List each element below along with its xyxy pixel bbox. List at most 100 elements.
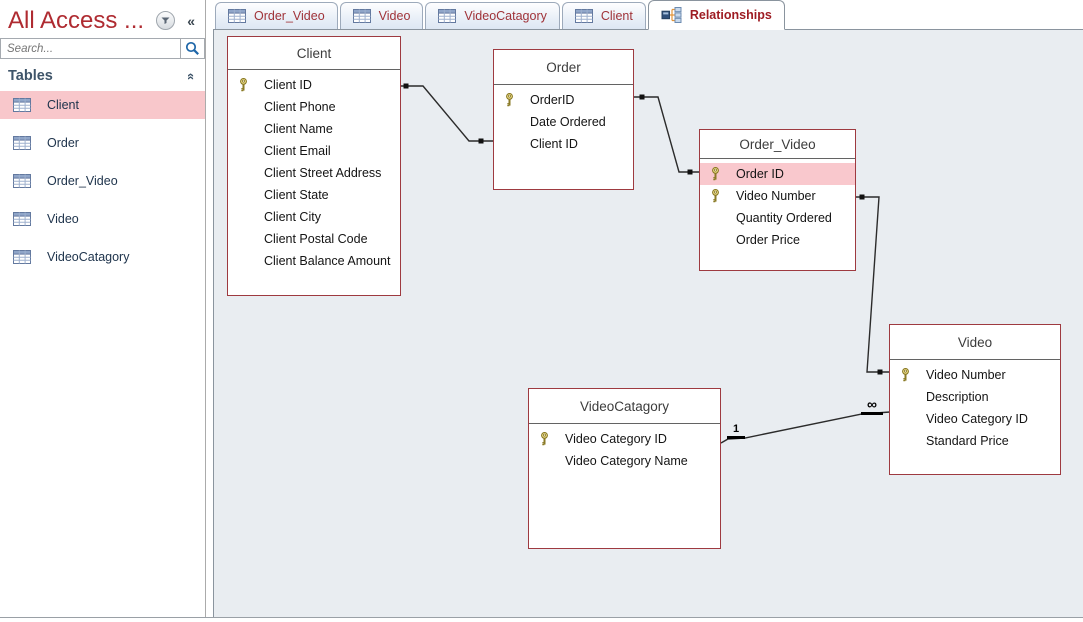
tab-label: Relationships: [690, 8, 772, 22]
document-tabs: Order_Video Video VideoCatagory Client R…: [213, 0, 1083, 30]
relationship-line-ordervideo-video[interactable]: [856, 197, 889, 372]
nav-pane-title: All Access ...: [8, 7, 156, 35]
field-row-video-number[interactable]: Video Number: [890, 364, 1060, 386]
collapse-section-icon[interactable]: «: [184, 72, 199, 79]
sidebar-item-video[interactable]: Video: [0, 205, 205, 233]
primary-key-icon: [709, 189, 722, 203]
field-name: Client Street Address: [264, 166, 381, 180]
relationship-line-order-ordervideo[interactable]: [634, 97, 699, 172]
field-name: Video Category Name: [565, 454, 688, 468]
sidebar-item-client[interactable]: Client: [0, 91, 205, 119]
tab-label: Video: [379, 9, 411, 23]
line-endpoint-dot: [404, 84, 409, 89]
tab-client[interactable]: Client: [562, 2, 646, 29]
diagram-table-order[interactable]: Order OrderID Date Ordered Client ID: [493, 49, 634, 190]
field-name: Client Email: [264, 144, 331, 158]
line-endpoint-dot: [860, 195, 865, 200]
table-title: Client: [228, 37, 400, 70]
primary-key-icon: [899, 368, 912, 382]
field-name: Video Number: [736, 189, 816, 203]
field-name: Standard Price: [926, 434, 1009, 448]
sidebar-item-videocatagory[interactable]: VideoCatagory: [0, 243, 205, 271]
field-row-order-price[interactable]: Order Price: [700, 229, 855, 251]
navigation-pane: All Access ... « Tables «: [0, 0, 206, 617]
primary-key-icon: [237, 78, 250, 92]
field-row-description[interactable]: Description: [890, 386, 1060, 408]
tab-videocatagory[interactable]: VideoCatagory: [425, 2, 559, 29]
search-button[interactable]: [180, 39, 204, 58]
field-row-client-state[interactable]: Client State: [228, 184, 400, 206]
table-title: Order_Video: [700, 130, 855, 159]
field-row-client-id[interactable]: Client ID: [228, 74, 400, 96]
field-name: Client State: [264, 188, 329, 202]
table-title: Order: [494, 50, 633, 85]
field-name: Order ID: [736, 167, 784, 181]
field-row-order-id[interactable]: Order ID: [700, 163, 855, 185]
shutter-bar-collapse-icon[interactable]: «: [187, 13, 197, 29]
table-fields: Video Number DescriptionVideo Category ID…: [890, 360, 1060, 452]
diagram-table-videocatagory[interactable]: VideoCatagory Video Category IDVideo Cat…: [528, 388, 721, 549]
many-cardinality-label: ∞: [867, 396, 877, 412]
tab-order-video[interactable]: Order_Video: [215, 2, 338, 29]
field-row-orderid[interactable]: OrderID: [494, 89, 633, 111]
line-endpoint-dot: [640, 95, 645, 100]
table-fields: Video Category ID Video Category Name: [529, 424, 720, 472]
field-name: Order Price: [736, 233, 800, 247]
relationship-line-client-order[interactable]: [401, 86, 493, 141]
field-row-date-ordered[interactable]: Date Ordered: [494, 111, 633, 133]
field-row-quantity-ordered[interactable]: Quantity Ordered: [700, 207, 855, 229]
filter-down-arrow-icon: [161, 17, 170, 25]
table-icon: [575, 9, 593, 23]
relationship-line-videocatagory-video[interactable]: [721, 412, 890, 443]
sidebar-item-order-video[interactable]: Order_Video: [0, 167, 205, 195]
tables-section-header[interactable]: Tables «: [0, 59, 205, 89]
field-name: Client City: [264, 210, 321, 224]
table-icon: [13, 136, 31, 150]
primary-key-icon: [709, 167, 722, 181]
field-row-video-category-id[interactable]: Video Category ID: [890, 408, 1060, 430]
relationships-canvas: 1 ∞ Client Client ID Client Phone Client Na…: [213, 30, 1083, 617]
tab-relationships[interactable]: Relationships: [648, 0, 785, 30]
sidebar-items: Client Order Order_Video Video VideoCata…: [0, 89, 205, 271]
status-divider: [0, 617, 1083, 618]
search-input[interactable]: [1, 39, 180, 58]
sidebar-item-label: Order: [47, 136, 79, 150]
field-row-client-city[interactable]: Client City: [228, 206, 400, 228]
nav-search-box: [0, 38, 205, 59]
sidebar-item-label: Client: [47, 98, 79, 112]
field-row-client-postal-code[interactable]: Client Postal Code: [228, 228, 400, 250]
field-row-client-phone[interactable]: Client Phone: [228, 96, 400, 118]
primary-key-icon: [503, 93, 516, 107]
sidebar-item-label: VideoCatagory: [47, 250, 129, 264]
tab-label: Client: [601, 9, 633, 23]
diagram-table-order-video[interactable]: Order_Video Order ID Video Number Quantit…: [699, 129, 856, 271]
field-name: Client Phone: [264, 100, 336, 114]
line-endpoint-dot: [479, 139, 484, 144]
field-row-standard-price[interactable]: Standard Price: [890, 430, 1060, 452]
sidebar-item-order[interactable]: Order: [0, 129, 205, 157]
nav-menu-button[interactable]: [156, 11, 175, 30]
field-row-video-category-id[interactable]: Video Category ID: [529, 428, 720, 450]
field-row-client-id[interactable]: Client ID: [494, 133, 633, 155]
table-fields: Order ID Video Number Quantity Ordered Ord…: [700, 159, 855, 251]
diagram-table-video[interactable]: Video Video NumberDescriptionVideo Categ…: [889, 324, 1061, 475]
many-side-bar: [861, 412, 883, 415]
diagram-table-client[interactable]: Client Client ID Client Phone Client Name C…: [227, 36, 401, 296]
field-row-client-email[interactable]: Client Email: [228, 140, 400, 162]
field-name: Client ID: [530, 137, 578, 151]
field-row-client-street-address[interactable]: Client Street Address: [228, 162, 400, 184]
search-icon: [185, 41, 200, 56]
field-row-client-name[interactable]: Client Name: [228, 118, 400, 140]
field-name: Date Ordered: [530, 115, 606, 129]
tab-video[interactable]: Video: [340, 2, 424, 29]
table-icon: [13, 212, 31, 226]
field-row-video-category-name[interactable]: Video Category Name: [529, 450, 720, 472]
field-name: Client ID: [264, 78, 312, 92]
field-row-video-number[interactable]: Video Number: [700, 185, 855, 207]
field-row-client-balance-amount[interactable]: Client Balance Amount: [228, 250, 400, 272]
one-cardinality-label: 1: [733, 423, 739, 435]
field-name: Video Number: [926, 368, 1006, 382]
table-icon: [13, 98, 31, 112]
line-endpoint-dot: [688, 170, 693, 175]
relationships-icon: [661, 7, 682, 23]
